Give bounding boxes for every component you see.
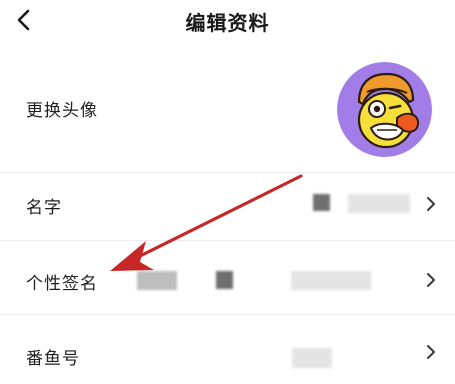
- signature-label: 个性签名: [26, 274, 98, 294]
- page-title: 编辑资料: [185, 11, 270, 35]
- chevron-right-icon: [427, 345, 435, 359]
- chevron-right-icon: [427, 273, 435, 287]
- blurred-name-value: [313, 194, 330, 211]
- signature-row[interactable]: 个性签名: [0, 240, 455, 314]
- avatar[interactable]: [337, 62, 432, 157]
- cartoon-avatar-icon: [337, 62, 432, 157]
- id-row[interactable]: 番鱼号: [0, 314, 455, 384]
- blurred-id-value: [292, 348, 332, 368]
- chevron-right-icon: [427, 197, 435, 211]
- id-label: 番鱼号: [26, 349, 80, 369]
- blurred-signature-value: [137, 271, 177, 290]
- blurred-signature-value: [216, 271, 233, 289]
- blurred-name-value: [348, 194, 410, 213]
- name-row[interactable]: 名字: [0, 172, 455, 240]
- blurred-signature-value: [291, 271, 371, 290]
- name-label: 名字: [26, 198, 62, 218]
- top-bar: 编辑资料: [0, 0, 455, 48]
- change-avatar-label: 更换头像: [26, 101, 98, 121]
